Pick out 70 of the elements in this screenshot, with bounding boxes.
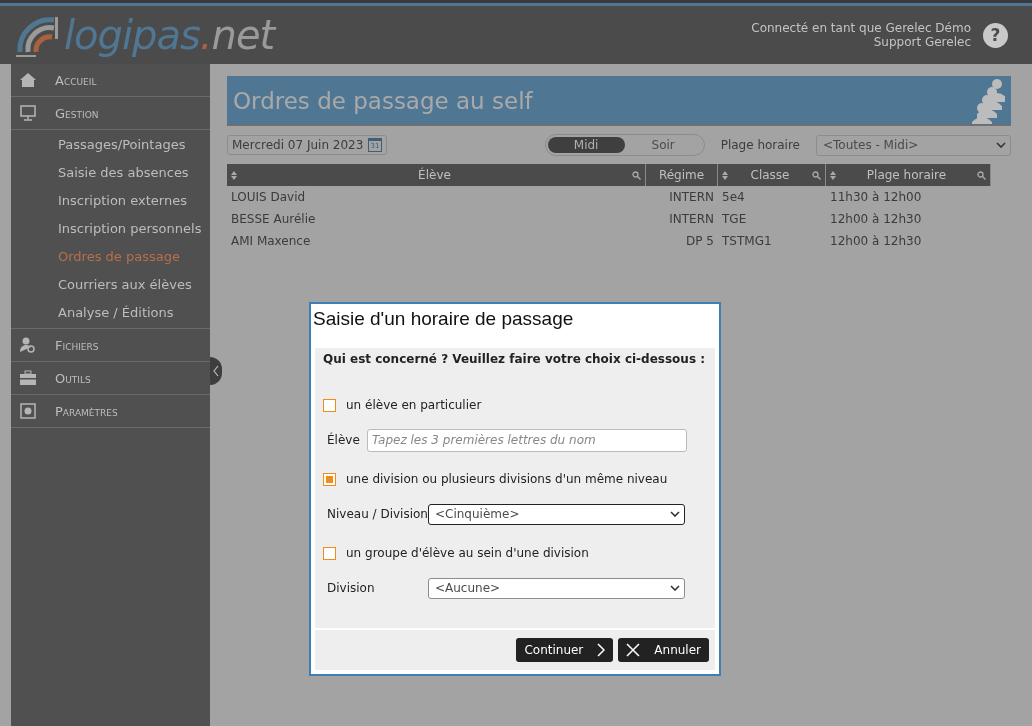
column-header[interactable]: Plage horaire: [826, 164, 991, 186]
search-icon[interactable]: [632, 170, 641, 180]
time-slot-label: Plage horaire: [720, 138, 800, 152]
sort-icon[interactable]: [722, 170, 728, 180]
table-cell-text: INTERN: [668, 190, 715, 204]
dialog-question: Qui est concerné ? Veuillez faire votre choix ci-dessous :: [323, 352, 706, 366]
field-label: Niveau / Division: [327, 507, 428, 521]
caret-icon: [996, 142, 1006, 148]
checkbox[interactable]: [323, 472, 336, 486]
toggle-option[interactable]: Soir: [624, 137, 702, 153]
monitor-icon: [19, 104, 37, 122]
checkbox[interactable]: [323, 398, 336, 412]
sort-icon[interactable]: [830, 170, 836, 180]
table-cell-text: BESSE Aurélie: [230, 212, 317, 226]
submenu-item[interactable]: Inscription externes: [11, 186, 210, 214]
field-label: Division: [327, 581, 376, 595]
menu-item[interactable]: Paramètres: [11, 395, 210, 428]
cancel-button[interactable]: Annuler: [618, 638, 709, 662]
collapse-button[interactable]: [210, 357, 222, 385]
column-header[interactable]: Régime: [646, 164, 718, 186]
checkbox[interactable]: [323, 546, 336, 560]
dialog-title: Saisie d'un horaire de passage: [312, 307, 575, 331]
submenu-item[interactable]: Saisie des absences: [11, 158, 210, 186]
home-icon: [19, 71, 37, 89]
select-field[interactable]: <Cinquième>: [428, 503, 685, 525]
search-icon[interactable]: [812, 170, 821, 180]
select-field[interactable]: <Aucune>: [428, 577, 685, 599]
page-title: Ordres de passage au self: [233, 87, 533, 114]
chevron-left-icon: [213, 365, 219, 377]
submenu-item[interactable]: Inscription personnels: [11, 214, 210, 242]
table-cell-text: 12h00 à 12h30: [829, 212, 923, 226]
sort-icon[interactable]: [231, 170, 237, 180]
logo-text: logipas.net: [64, 12, 275, 58]
time-slot-select[interactable]: <Toutes - Midi>: [816, 134, 1011, 156]
table-cell-text: TGE: [721, 212, 748, 226]
toggle-option[interactable]: Midi: [547, 137, 625, 153]
menu-item[interactable]: Gestion: [11, 97, 210, 130]
submenu-item[interactable]: Courriers aux élèves: [11, 270, 210, 298]
table-cell-text: LOUIS David: [230, 190, 307, 204]
user-name: Connecté en tant que Gerelec Démo: [751, 21, 971, 35]
continue-button[interactable]: Continuer: [516, 638, 614, 662]
user-organization: Support Gerelec: [873, 35, 971, 49]
option-label: un élève en particulier: [346, 398, 482, 412]
settings-icon: [19, 402, 37, 420]
submenu-item[interactable]: Passages/Pointages: [11, 130, 210, 158]
field-label: Élève: [327, 433, 361, 447]
caret-icon: [670, 511, 680, 517]
search-icon[interactable]: [977, 170, 986, 180]
table-cell-text: 12h00 à 12h30: [829, 234, 923, 248]
table-cell-text: AMI Maxence: [230, 234, 312, 248]
input-field[interactable]: Tapez les 3 premières lettres du nom: [367, 428, 687, 452]
table-cell-text: INTERN: [668, 212, 715, 226]
option-label: une division ou plusieurs divisions d'un même niveau: [346, 472, 668, 486]
table-cell-text: 11h30 à 12h00: [829, 190, 923, 204]
menu-item[interactable]: Outils: [11, 362, 210, 395]
toolbox-icon: [19, 369, 37, 387]
person-search-icon: [19, 336, 37, 354]
table-cell-text: DP 5: [685, 234, 715, 248]
column-header[interactable]: Classe: [718, 164, 826, 186]
caret-icon: [670, 585, 680, 591]
submenu-item[interactable]: Analyse / Éditions: [11, 298, 210, 326]
table-cell-text: TSTMG1: [721, 234, 773, 248]
menu-item[interactable]: Fichiers: [11, 329, 210, 362]
chevron-right-icon: [597, 643, 606, 657]
column-header[interactable]: Élève: [227, 164, 646, 186]
close-icon: [626, 643, 641, 657]
table-cell-text: 5e4: [721, 190, 746, 204]
help-button[interactable]: ?: [983, 22, 1008, 48]
menu-item[interactable]: Accueil: [11, 64, 210, 97]
option-label: un groupe d'élève au sein d'une division: [346, 546, 589, 560]
